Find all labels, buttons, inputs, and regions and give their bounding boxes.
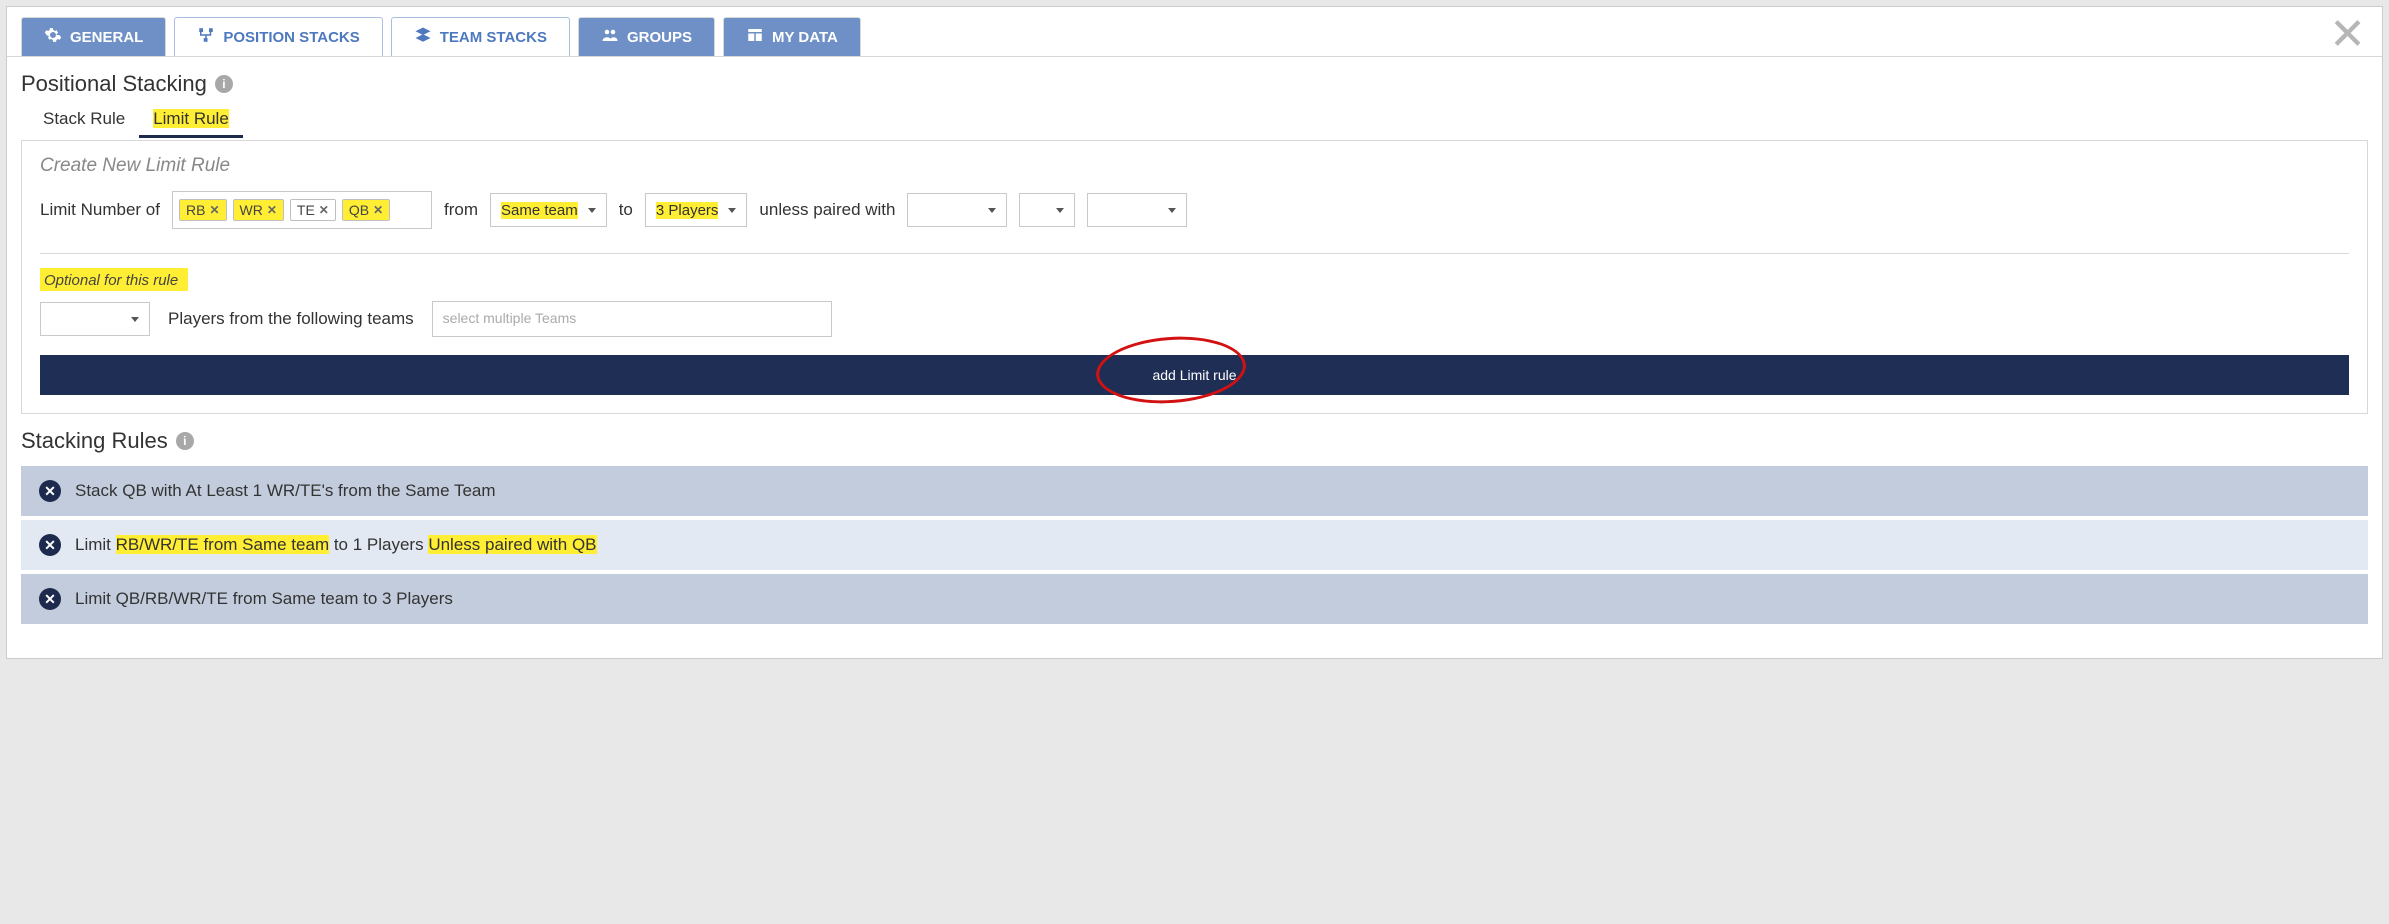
close-icon[interactable]: ✕ — [2329, 13, 2366, 57]
section-title-text: Positional Stacking — [21, 71, 207, 97]
optional-label: Optional for this rule — [40, 268, 188, 291]
remove-icon[interactable]: ✕ — [373, 203, 383, 217]
tab-label: GENERAL — [70, 29, 143, 46]
chip-wr[interactable]: WR ✕ — [233, 199, 284, 221]
tab-groups[interactable]: GROUPS — [578, 17, 715, 56]
chip-label: RB — [186, 202, 205, 218]
limit-rule-form: Create New Limit Rule Limit Number of RB… — [21, 140, 2368, 414]
add-button-label: add Limit rule — [1152, 367, 1236, 383]
from-dropdown[interactable]: Same team — [490, 193, 607, 227]
remove-icon[interactable]: ✕ — [267, 203, 277, 217]
stacking-rules-title: Stacking Rules i — [7, 414, 2382, 462]
rules-title-text: Stacking Rules — [21, 428, 168, 454]
chip-te[interactable]: TE ✕ — [290, 199, 336, 221]
unless-label: unless paired with — [759, 200, 895, 220]
tab-my-data[interactable]: MY DATA — [723, 17, 861, 56]
tab-label: GROUPS — [627, 29, 692, 46]
teams-multiselect[interactable]: select multiple Teams — [432, 301, 832, 337]
from-value: Same team — [501, 202, 578, 219]
table-icon — [746, 26, 764, 48]
top-tabs: GENERAL POSITION STACKS TEAM STACKS GROU… — [7, 7, 2382, 57]
subtab-stack-rule[interactable]: Stack Rule — [29, 105, 139, 138]
chip-label: WR — [240, 202, 263, 218]
delete-rule-icon[interactable]: ✕ — [39, 480, 61, 502]
subtab-limit-rule[interactable]: Limit Rule — [139, 105, 243, 138]
to-dropdown[interactable]: 3 Players — [645, 193, 748, 227]
rule-row: ✕ Limit RB/WR/TE from Same team to 1 Pla… — [21, 520, 2368, 570]
nodes-icon — [197, 26, 215, 48]
from-label: from — [444, 200, 478, 220]
delete-rule-icon[interactable]: ✕ — [39, 588, 61, 610]
chip-qb[interactable]: QB ✕ — [342, 199, 390, 221]
rule-frag: to 1 Players — [329, 535, 428, 554]
to-value: 3 Players — [656, 202, 719, 219]
rule-text: Limit RB/WR/TE from Same team to 1 Playe… — [75, 535, 597, 555]
rule-frag-hl: Unless paired with QB — [428, 535, 596, 554]
form-heading: Create New Limit Rule — [40, 155, 2349, 177]
subtab-limit-label: Limit Rule — [153, 109, 229, 128]
tab-general[interactable]: GENERAL — [21, 17, 166, 56]
people-icon — [601, 26, 619, 48]
layers-icon — [414, 26, 432, 48]
rule-text: Limit QB/RB/WR/TE from Same team to 3 Pl… — [75, 589, 453, 609]
chip-label: QB — [349, 202, 369, 218]
optional-scope-dropdown[interactable] — [40, 302, 150, 336]
remove-icon[interactable]: ✕ — [209, 203, 219, 217]
tab-label: TEAM STACKS — [440, 29, 547, 46]
rule-text: Stack QB with At Least 1 WR/TE's from th… — [75, 481, 496, 501]
section-title: Positional Stacking i — [21, 71, 2368, 97]
add-limit-rule-button[interactable]: add Limit rule — [40, 355, 2349, 395]
unless-position-dropdown[interactable] — [907, 193, 1007, 227]
tab-team-stacks[interactable]: TEAM STACKS — [391, 17, 570, 56]
limit-number-label: Limit Number of — [40, 200, 160, 220]
unless-value-dropdown[interactable] — [1087, 193, 1187, 227]
rule-frag: Limit — [75, 535, 116, 554]
players-from-teams-label: Players from the following teams — [168, 309, 414, 329]
tab-label: POSITION STACKS — [223, 29, 359, 46]
gear-icon — [44, 26, 62, 48]
rule-frag-hl: RB/WR/TE from Same team — [116, 535, 329, 554]
unless-op-dropdown[interactable] — [1019, 193, 1075, 227]
tab-label: MY DATA — [772, 29, 838, 46]
info-icon[interactable]: i — [176, 432, 194, 450]
delete-rule-icon[interactable]: ✕ — [39, 534, 61, 556]
remove-icon[interactable]: ✕ — [319, 203, 329, 217]
rule-row: ✕ Stack QB with At Least 1 WR/TE's from … — [21, 466, 2368, 516]
to-label: to — [619, 200, 633, 220]
chip-label: TE — [297, 202, 315, 218]
rule-row: ✕ Limit QB/RB/WR/TE from Same team to 3 … — [21, 574, 2368, 624]
chip-rb[interactable]: RB ✕ — [179, 199, 227, 221]
info-icon[interactable]: i — [215, 75, 233, 93]
positions-multiselect[interactable]: RB ✕ WR ✕ TE ✕ QB ✕ — [172, 191, 432, 229]
tab-position-stacks[interactable]: POSITION STACKS — [174, 17, 382, 56]
